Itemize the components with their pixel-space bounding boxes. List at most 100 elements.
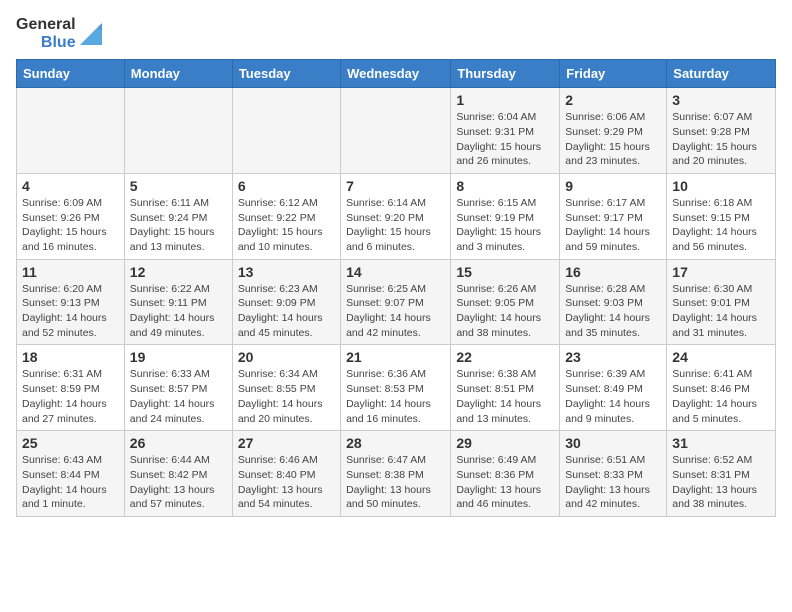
day-info: Sunrise: 6:12 AMSunset: 9:22 PMDaylight:… bbox=[238, 196, 335, 255]
day-info: Sunrise: 6:43 AMSunset: 8:44 PMDaylight:… bbox=[22, 453, 119, 512]
day-info: Sunrise: 6:25 AMSunset: 9:07 PMDaylight:… bbox=[346, 282, 445, 341]
week-row-3: 11 Sunrise: 6:20 AMSunset: 9:13 PMDayligh… bbox=[17, 259, 776, 345]
day-cell bbox=[232, 88, 340, 174]
day-cell: 27 Sunrise: 6:46 AMSunset: 8:40 PMDayligh… bbox=[232, 431, 340, 517]
day-number: 28 bbox=[346, 435, 445, 451]
day-cell: 23 Sunrise: 6:39 AMSunset: 8:49 PMDayligh… bbox=[560, 345, 667, 431]
day-cell: 17 Sunrise: 6:30 AMSunset: 9:01 PMDayligh… bbox=[667, 259, 776, 345]
day-cell: 1 Sunrise: 6:04 AMSunset: 9:31 PMDaylight… bbox=[451, 88, 560, 174]
day-number: 31 bbox=[672, 435, 770, 451]
day-info: Sunrise: 6:26 AMSunset: 9:05 PMDaylight:… bbox=[456, 282, 554, 341]
day-cell: 24 Sunrise: 6:41 AMSunset: 8:46 PMDayligh… bbox=[667, 345, 776, 431]
day-number: 19 bbox=[130, 349, 227, 365]
day-number: 23 bbox=[565, 349, 661, 365]
day-cell: 29Sunrise: 6:49 AMSunset: 8:36 PMDayligh… bbox=[451, 431, 560, 517]
day-info: Sunrise: 6:44 AMSunset: 8:42 PMDaylight:… bbox=[130, 453, 227, 512]
day-number: 27 bbox=[238, 435, 335, 451]
day-cell: 31Sunrise: 6:52 AMSunset: 8:31 PMDayligh… bbox=[667, 431, 776, 517]
day-info: Sunrise: 6:41 AMSunset: 8:46 PMDaylight:… bbox=[672, 367, 770, 426]
col-header-friday: Friday bbox=[560, 60, 667, 88]
day-info: Sunrise: 6:46 AMSunset: 8:40 PMDaylight:… bbox=[238, 453, 335, 512]
day-cell: 2 Sunrise: 6:06 AMSunset: 9:29 PMDaylight… bbox=[560, 88, 667, 174]
logo-text: General Blue bbox=[16, 16, 102, 51]
day-cell: 13 Sunrise: 6:23 AMSunset: 9:09 PMDayligh… bbox=[232, 259, 340, 345]
day-info: Sunrise: 6:04 AMSunset: 9:31 PMDaylight:… bbox=[456, 110, 554, 169]
day-cell: 12 Sunrise: 6:22 AMSunset: 9:11 PMDayligh… bbox=[124, 259, 232, 345]
day-number: 20 bbox=[238, 349, 335, 365]
page-header: General Blue bbox=[16, 16, 776, 51]
day-cell: 7 Sunrise: 6:14 AMSunset: 9:20 PMDaylight… bbox=[341, 173, 451, 259]
logo-triangle-icon bbox=[80, 23, 102, 45]
day-info: Sunrise: 6:47 AMSunset: 8:38 PMDaylight:… bbox=[346, 453, 445, 512]
day-info: Sunrise: 6:15 AMSunset: 9:19 PMDaylight:… bbox=[456, 196, 554, 255]
day-cell: 3 Sunrise: 6:07 AMSunset: 9:28 PMDaylight… bbox=[667, 88, 776, 174]
day-number: 21 bbox=[346, 349, 445, 365]
day-number: 15 bbox=[456, 264, 554, 280]
day-number: 9 bbox=[565, 178, 661, 194]
calendar-table: SundayMondayTuesdayWednesdayThursdayFrid… bbox=[16, 59, 776, 517]
day-number: 10 bbox=[672, 178, 770, 194]
day-info: Sunrise: 6:18 AMSunset: 9:15 PMDaylight:… bbox=[672, 196, 770, 255]
day-number: 24 bbox=[672, 349, 770, 365]
day-number: 25 bbox=[22, 435, 119, 451]
calendar-header-row: SundayMondayTuesdayWednesdayThursdayFrid… bbox=[17, 60, 776, 88]
day-number: 1 bbox=[456, 92, 554, 108]
day-info: Sunrise: 6:39 AMSunset: 8:49 PMDaylight:… bbox=[565, 367, 661, 426]
day-cell: 4 Sunrise: 6:09 AMSunset: 9:26 PMDaylight… bbox=[17, 173, 125, 259]
day-number: 29 bbox=[456, 435, 554, 451]
day-info: Sunrise: 6:06 AMSunset: 9:29 PMDaylight:… bbox=[565, 110, 661, 169]
day-number: 26 bbox=[130, 435, 227, 451]
day-info: Sunrise: 6:09 AMSunset: 9:26 PMDaylight:… bbox=[22, 196, 119, 255]
day-cell: 8 Sunrise: 6:15 AMSunset: 9:19 PMDaylight… bbox=[451, 173, 560, 259]
day-cell: 21Sunrise: 6:36 AMSunset: 8:53 PMDayligh… bbox=[341, 345, 451, 431]
day-cell: 20 Sunrise: 6:34 AMSunset: 8:55 PMDayligh… bbox=[232, 345, 340, 431]
day-number: 13 bbox=[238, 264, 335, 280]
day-info: Sunrise: 6:28 AMSunset: 9:03 PMDaylight:… bbox=[565, 282, 661, 341]
day-number: 7 bbox=[346, 178, 445, 194]
day-number: 4 bbox=[22, 178, 119, 194]
day-info: Sunrise: 6:07 AMSunset: 9:28 PMDaylight:… bbox=[672, 110, 770, 169]
day-cell: 26 Sunrise: 6:44 AMSunset: 8:42 PMDayligh… bbox=[124, 431, 232, 517]
day-number: 22 bbox=[456, 349, 554, 365]
week-row-5: 25 Sunrise: 6:43 AMSunset: 8:44 PMDayligh… bbox=[17, 431, 776, 517]
day-info: Sunrise: 6:11 AMSunset: 9:24 PMDaylight:… bbox=[130, 196, 227, 255]
day-number: 14 bbox=[346, 264, 445, 280]
day-info: Sunrise: 6:23 AMSunset: 9:09 PMDaylight:… bbox=[238, 282, 335, 341]
day-cell bbox=[124, 88, 232, 174]
day-info: Sunrise: 6:51 AMSunset: 8:33 PMDaylight:… bbox=[565, 453, 661, 512]
day-cell: 25 Sunrise: 6:43 AMSunset: 8:44 PMDayligh… bbox=[17, 431, 125, 517]
day-number: 2 bbox=[565, 92, 661, 108]
day-cell: 10 Sunrise: 6:18 AMSunset: 9:15 PMDayligh… bbox=[667, 173, 776, 259]
col-header-monday: Monday bbox=[124, 60, 232, 88]
day-cell: 5 Sunrise: 6:11 AMSunset: 9:24 PMDaylight… bbox=[124, 173, 232, 259]
day-cell: 9 Sunrise: 6:17 AMSunset: 9:17 PMDaylight… bbox=[560, 173, 667, 259]
day-number: 16 bbox=[565, 264, 661, 280]
day-number: 8 bbox=[456, 178, 554, 194]
day-info: Sunrise: 6:30 AMSunset: 9:01 PMDaylight:… bbox=[672, 282, 770, 341]
week-row-4: 18Sunrise: 6:31 AMSunset: 8:59 PMDayligh… bbox=[17, 345, 776, 431]
day-number: 3 bbox=[672, 92, 770, 108]
col-header-wednesday: Wednesday bbox=[341, 60, 451, 88]
day-info: Sunrise: 6:22 AMSunset: 9:11 PMDaylight:… bbox=[130, 282, 227, 341]
day-info: Sunrise: 6:14 AMSunset: 9:20 PMDaylight:… bbox=[346, 196, 445, 255]
day-number: 5 bbox=[130, 178, 227, 194]
day-cell bbox=[17, 88, 125, 174]
day-cell: 22 Sunrise: 6:38 AMSunset: 8:51 PMDayligh… bbox=[451, 345, 560, 431]
day-number: 6 bbox=[238, 178, 335, 194]
day-cell: 28 Sunrise: 6:47 AMSunset: 8:38 PMDayligh… bbox=[341, 431, 451, 517]
day-info: Sunrise: 6:17 AMSunset: 9:17 PMDaylight:… bbox=[565, 196, 661, 255]
week-row-2: 4 Sunrise: 6:09 AMSunset: 9:26 PMDaylight… bbox=[17, 173, 776, 259]
day-info: Sunrise: 6:20 AMSunset: 9:13 PMDaylight:… bbox=[22, 282, 119, 341]
day-number: 12 bbox=[130, 264, 227, 280]
col-header-thursday: Thursday bbox=[451, 60, 560, 88]
day-info: Sunrise: 6:34 AMSunset: 8:55 PMDaylight:… bbox=[238, 367, 335, 426]
col-header-sunday: Sunday bbox=[17, 60, 125, 88]
day-cell: 30Sunrise: 6:51 AMSunset: 8:33 PMDayligh… bbox=[560, 431, 667, 517]
col-header-saturday: Saturday bbox=[667, 60, 776, 88]
day-number: 17 bbox=[672, 264, 770, 280]
day-cell: 16 Sunrise: 6:28 AMSunset: 9:03 PMDayligh… bbox=[560, 259, 667, 345]
day-number: 18 bbox=[22, 349, 119, 365]
day-info: Sunrise: 6:38 AMSunset: 8:51 PMDaylight:… bbox=[456, 367, 554, 426]
day-info: Sunrise: 6:33 AMSunset: 8:57 PMDaylight:… bbox=[130, 367, 227, 426]
day-number: 11 bbox=[22, 264, 119, 280]
